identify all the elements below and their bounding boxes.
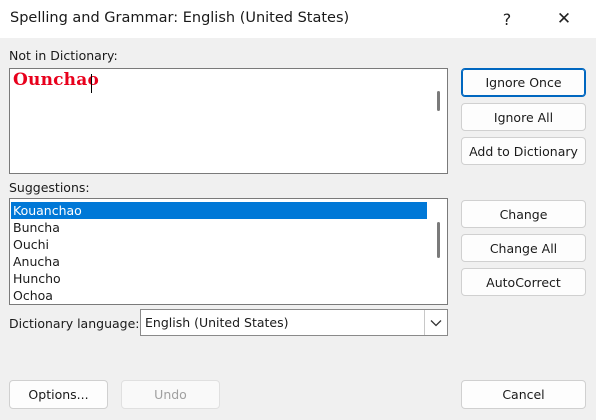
suggestion-item-selected[interactable]: Kouanchao — [11, 202, 427, 219]
close-icon: ✕ — [556, 9, 572, 29]
suggestion-item[interactable]: Ouchi — [11, 236, 427, 253]
add-to-dictionary-button[interactable]: Add to Dictionary — [461, 137, 586, 165]
dictionary-language-select[interactable]: English (United States) — [140, 309, 448, 336]
ignore-once-button[interactable]: Ignore Once — [461, 68, 586, 97]
help-button[interactable]: ? — [484, 0, 530, 38]
misspelled-word: Ounchao — [13, 70, 99, 90]
chevron-down-icon[interactable] — [424, 310, 447, 335]
undo-button[interactable]: Undo — [121, 380, 220, 409]
close-button[interactable]: ✕ — [541, 0, 587, 38]
suggestions-label: Suggestions: — [9, 180, 90, 195]
window-title: Spelling and Grammar: English (United St… — [10, 10, 350, 26]
autocorrect-button[interactable]: AutoCorrect — [461, 268, 586, 296]
cancel-button[interactable]: Cancel — [461, 380, 586, 409]
suggestion-item[interactable]: Huncho — [11, 270, 427, 287]
change-all-button[interactable]: Change All — [461, 234, 586, 262]
dictionary-language-label: Dictionary language: — [9, 316, 140, 331]
not-in-dictionary-textbox[interactable]: Ounchao — [9, 68, 448, 174]
change-button[interactable]: Change — [461, 200, 586, 228]
textbox-scrollbar-thumb[interactable] — [437, 91, 440, 111]
suggestions-scrollbar-thumb[interactable] — [437, 222, 440, 258]
not-in-dictionary-label: Not in Dictionary: — [9, 48, 118, 63]
help-icon: ? — [502, 9, 512, 29]
not-in-dictionary-label-text: Not in Dictionary: — [9, 48, 118, 63]
text-caret — [91, 74, 92, 93]
options-button[interactable]: Options... — [9, 380, 108, 409]
suggestion-item[interactable]: Anucha — [11, 253, 427, 270]
ignore-all-button[interactable]: Ignore All — [461, 103, 586, 131]
title-bar: Spelling and Grammar: English (United St… — [0, 0, 596, 38]
suggestion-item[interactable]: Buncha — [11, 219, 427, 236]
suggestion-item[interactable]: Ochoa — [11, 287, 427, 304]
dictionary-language-value: English (United States) — [145, 315, 289, 330]
suggestions-list[interactable]: Kouanchao Buncha Ouchi Anucha Huncho Och… — [9, 198, 448, 305]
